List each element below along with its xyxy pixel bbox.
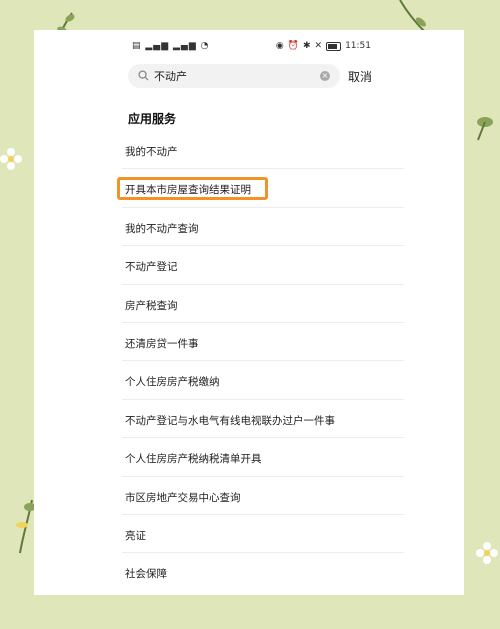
battery-icon <box>326 41 342 51</box>
list-item[interactable]: 不动产登记 <box>122 246 404 285</box>
list-item[interactable]: 个人住房房产税缴纳 <box>122 361 404 400</box>
list-item[interactable]: 亮证 <box>122 515 404 554</box>
highlight-box <box>117 177 268 200</box>
signal-icons: ▤ ▂▄▆ ▂▄▆ ◔ <box>132 41 210 51</box>
list-item-label: 市区房地产交易中心查询 <box>125 491 241 504</box>
bluetooth-icon: ✱ <box>302 41 311 51</box>
search-bar: × 取消 <box>128 64 428 88</box>
list-item[interactable]: 社会保障 <box>122 553 404 591</box>
list-item[interactable]: 还清房贷一件事 <box>122 323 404 362</box>
list-item-label: 个人住房房产税纳税清单开具 <box>125 453 262 466</box>
cancel-button[interactable]: 取消 <box>348 68 372 85</box>
status-right-group: ◉ ⏰ ✱ ✕ 11:51 <box>276 41 371 51</box>
eye-icon: ◉ <box>275 41 284 51</box>
list-item-label: 我的不动产 <box>125 146 178 158</box>
list-item[interactable]: 市区房地产交易中心查询 <box>122 477 404 515</box>
phone-screen: ▤ ▂▄▆ ▂▄▆ ◔ ◉ ⏰ ✱ ✕ 11:51 × 取消 应用服务 我的不动… <box>34 30 464 595</box>
clear-icon[interactable]: × <box>320 71 330 81</box>
list-item-label: 个人住房房产税缴纳 <box>125 376 220 389</box>
list-item-label: 还清房贷一件事 <box>125 337 199 350</box>
list-item-label: 不动产登记与水电气有线电视联办过户一件事 <box>125 414 335 427</box>
list-item[interactable]: 我的不动产 <box>122 131 404 170</box>
list-item-label: 社会保障 <box>125 568 167 581</box>
list-item-label: 亮证 <box>125 529 146 542</box>
mute-icon: ✕ <box>314 41 323 51</box>
list-item[interactable]: 不动产登记与水电气有线电视联办过户一件事 <box>122 400 404 439</box>
search-box[interactable]: × <box>128 64 340 88</box>
search-icon <box>138 70 149 81</box>
search-input[interactable] <box>154 68 314 84</box>
flower-decoration <box>476 542 498 564</box>
clock-time: 11:51 <box>345 41 371 51</box>
flower-decoration <box>0 148 22 170</box>
results-list: 我的不动产 开具本市房屋查询结果证明 我的不动产查询 不动产登记 房产税查询 还… <box>122 131 404 592</box>
list-item[interactable]: 个人住房房产税纳税清单开具 <box>122 438 404 477</box>
alarm-icon: ⏰ <box>287 41 299 51</box>
list-item[interactable]: 我的不动产查询 <box>122 208 404 247</box>
status-bar: ▤ ▂▄▆ ▂▄▆ ◔ ◉ ⏰ ✱ ✕ 11:51 <box>34 38 464 56</box>
list-item-label: 不动产登记 <box>125 261 178 274</box>
leaf-sprig-decoration <box>477 117 493 141</box>
section-title: 应用服务 <box>128 112 177 126</box>
list-item-label: 房产税查询 <box>125 299 178 312</box>
list-item[interactable]: 房产税查询 <box>122 285 404 323</box>
list-item-label: 我的不动产查询 <box>125 222 199 235</box>
